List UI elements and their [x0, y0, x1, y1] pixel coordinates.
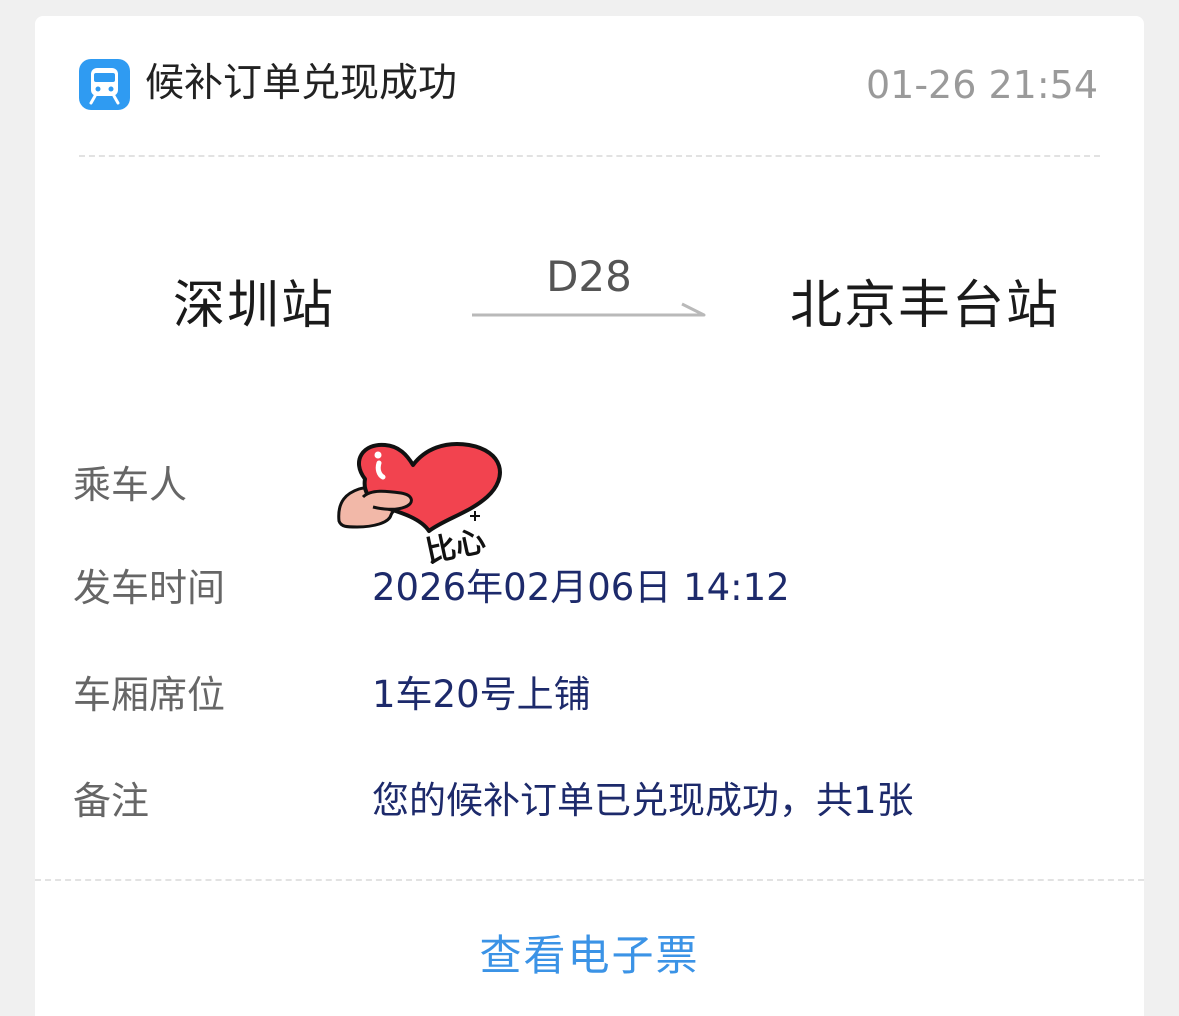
- header-divider: [79, 155, 1100, 157]
- seat-row: 车厢席位 1车20号上铺: [35, 665, 1144, 725]
- heart-hand-sticker-icon: 比心: [337, 442, 502, 564]
- seat-label: 车厢席位: [73, 673, 226, 717]
- train-icon: [79, 59, 130, 110]
- departure-time-row: 发车时间 2026年02月06日 14:12: [35, 558, 1144, 618]
- footer-divider: [35, 879, 1144, 881]
- passenger-label: 乘车人: [73, 463, 188, 507]
- notification-card: 候补订单兑现成功 01-26 21:54 深圳站 D28 北京丰台站 乘车人 比…: [35, 16, 1144, 1016]
- card-header: 候补订单兑现成功 01-26 21:54: [35, 16, 1144, 156]
- arrival-station: 北京丰台站: [789, 276, 1060, 336]
- seat-value: 1车20号上铺: [372, 673, 591, 716]
- notification-title: 候补订单兑现成功: [145, 61, 458, 106]
- notification-timestamp: 01-26 21:54: [865, 63, 1098, 107]
- remark-label: 备注: [73, 779, 150, 823]
- route-arrow-icon: [472, 302, 706, 317]
- route-section: 深圳站 D28 北京丰台站: [35, 246, 1144, 366]
- remark-row: 备注 您的候补订单已兑现成功，共1张: [35, 771, 1144, 831]
- departure-time-value: 2026年02月06日 14:12: [372, 566, 790, 609]
- passenger-row: 乘车人 比心: [35, 442, 1144, 564]
- view-e-ticket-button[interactable]: 查看电子票: [35, 921, 1144, 991]
- departure-time-label: 发车时间: [73, 566, 226, 610]
- train-number: D28: [546, 252, 632, 301]
- departure-station: 深圳站: [173, 276, 336, 336]
- remark-value: 您的候补订单已兑现成功，共1张: [372, 779, 914, 822]
